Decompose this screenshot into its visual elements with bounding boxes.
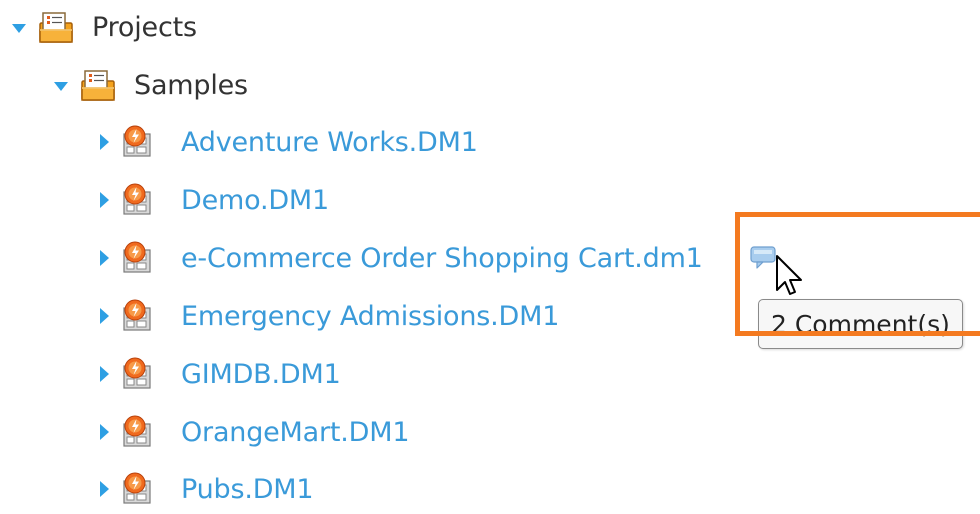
tree-item-label[interactable]: e-Commerce Order Shopping Cart.dm1 bbox=[181, 243, 703, 274]
data-model-icon bbox=[121, 183, 155, 217]
project-folder-icon bbox=[80, 68, 116, 102]
tree-item-ecommerce[interactable]: e-Commerce Order Shopping Cart.dm1 bbox=[100, 236, 703, 280]
data-model-icon bbox=[121, 125, 155, 159]
expand-arrow-icon[interactable] bbox=[100, 250, 109, 266]
expand-arrow-icon[interactable] bbox=[100, 192, 109, 208]
data-model-icon bbox=[121, 415, 155, 449]
tree-item-label[interactable]: OrangeMart.DM1 bbox=[181, 417, 410, 448]
tree-node-label: Samples bbox=[134, 69, 248, 101]
data-model-icon bbox=[121, 299, 155, 333]
tree-item-gimdb[interactable]: GIMDB.DM1 bbox=[100, 352, 341, 396]
tree-item-pubs[interactable]: Pubs.DM1 bbox=[100, 467, 314, 511]
expand-arrow-icon[interactable] bbox=[100, 481, 109, 497]
expand-arrow-icon[interactable] bbox=[100, 134, 109, 150]
project-folder-icon bbox=[38, 10, 74, 44]
tree-item-label[interactable]: Demo.DM1 bbox=[181, 185, 329, 216]
data-model-icon bbox=[121, 241, 155, 275]
tree-item-label[interactable]: Adventure Works.DM1 bbox=[181, 127, 478, 158]
tree-item-label[interactable]: GIMDB.DM1 bbox=[181, 359, 341, 390]
tree-node-label: Projects bbox=[92, 11, 197, 43]
tree-item-label[interactable]: Pubs.DM1 bbox=[181, 474, 314, 505]
tree-item-orangemart[interactable]: OrangeMart.DM1 bbox=[100, 410, 410, 454]
tree-item-adventure-works[interactable]: Adventure Works.DM1 bbox=[100, 120, 478, 164]
highlight-box bbox=[735, 212, 980, 336]
collapse-arrow-icon[interactable] bbox=[12, 23, 26, 33]
data-model-icon bbox=[121, 357, 155, 391]
tree-item-label[interactable]: Emergency Admissions.DM1 bbox=[181, 301, 559, 332]
project-tree: Projects Samples Adventure Works.DM1 Dem… bbox=[0, 0, 980, 514]
data-model-icon bbox=[121, 472, 155, 506]
tree-node-projects[interactable]: Projects bbox=[12, 5, 197, 49]
expand-arrow-icon[interactable] bbox=[100, 424, 109, 440]
expand-arrow-icon[interactable] bbox=[100, 308, 109, 324]
tree-node-samples[interactable]: Samples bbox=[54, 63, 248, 107]
expand-arrow-icon[interactable] bbox=[100, 366, 109, 382]
tree-item-demo[interactable]: Demo.DM1 bbox=[100, 178, 329, 222]
tree-item-emergency-admissions[interactable]: Emergency Admissions.DM1 bbox=[100, 294, 559, 338]
collapse-arrow-icon[interactable] bbox=[54, 81, 68, 91]
